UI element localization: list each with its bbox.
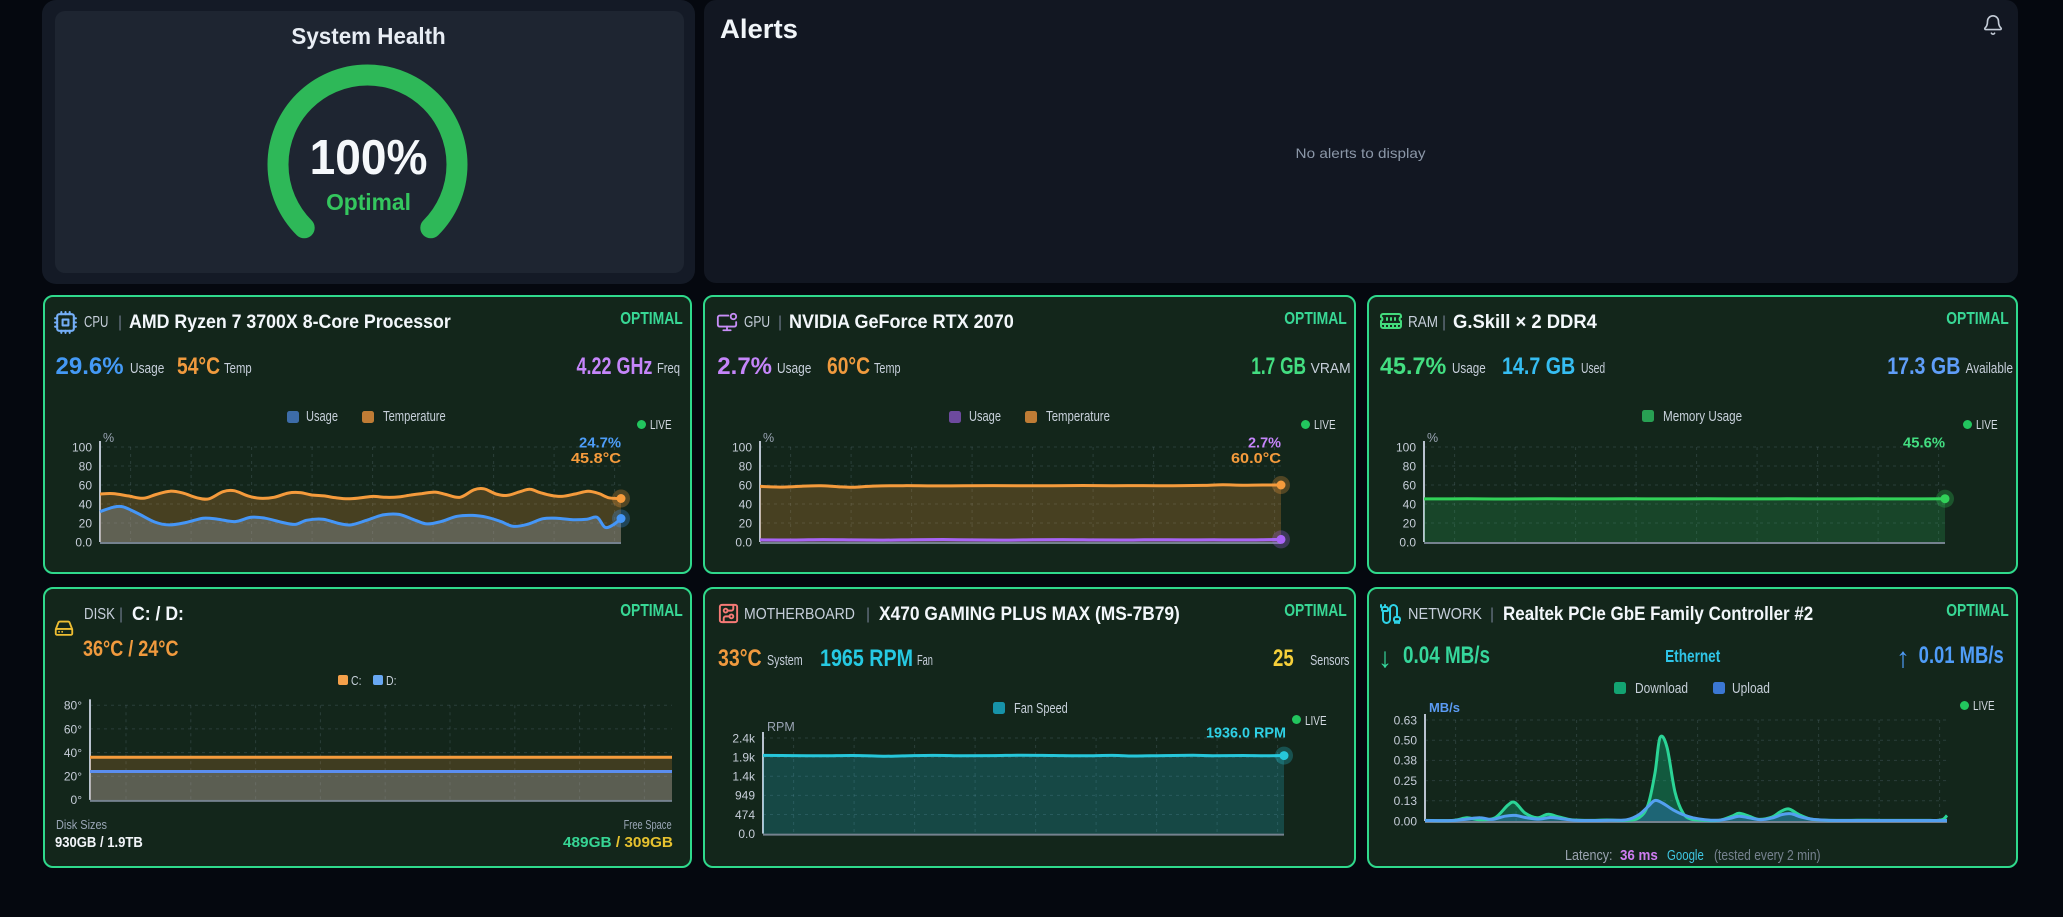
svg-text:0°: 0° [71, 793, 83, 807]
svg-text:20°: 20° [64, 770, 82, 784]
svg-text:80: 80 [79, 459, 93, 473]
svg-text:0.13: 0.13 [1394, 794, 1418, 808]
svg-text:474: 474 [735, 808, 755, 822]
svg-text:80: 80 [739, 459, 753, 473]
svg-text:%: % [1427, 431, 1438, 445]
svg-text:%: % [103, 431, 114, 445]
svg-text:45.8°C: 45.8°C [571, 451, 622, 467]
svg-text:60: 60 [739, 478, 753, 492]
svg-text:20: 20 [1403, 516, 1417, 530]
svg-text:1.4k: 1.4k [732, 770, 756, 784]
svg-text:40°: 40° [64, 746, 82, 760]
svg-text:20: 20 [79, 516, 93, 530]
svg-text:40: 40 [739, 497, 753, 511]
svg-text:80°: 80° [64, 699, 82, 713]
svg-text:100: 100 [72, 440, 92, 454]
svg-text:0.38: 0.38 [1394, 754, 1418, 768]
svg-text:RPM: RPM [767, 720, 795, 734]
svg-text:%: % [763, 431, 774, 445]
svg-text:60: 60 [1403, 478, 1417, 492]
svg-text:1.9k: 1.9k [732, 750, 756, 764]
svg-text:0.0: 0.0 [75, 535, 92, 549]
svg-text:100: 100 [732, 440, 752, 454]
svg-text:0.0: 0.0 [735, 535, 752, 549]
svg-text:0.63: 0.63 [1394, 713, 1418, 727]
svg-text:2.7%: 2.7% [1248, 435, 1281, 451]
svg-text:100: 100 [1396, 440, 1416, 454]
svg-text:60°: 60° [64, 722, 82, 736]
svg-text:MB/s: MB/s [1429, 701, 1460, 715]
svg-text:60: 60 [79, 478, 93, 492]
svg-text:0.00: 0.00 [1394, 814, 1418, 828]
svg-text:45.6%: 45.6% [1903, 435, 1945, 451]
svg-text:949: 949 [735, 789, 755, 803]
svg-text:40: 40 [79, 497, 93, 511]
svg-text:60.0°C: 60.0°C [1231, 451, 1282, 467]
svg-text:0.0: 0.0 [738, 827, 755, 841]
svg-text:80: 80 [1403, 459, 1417, 473]
svg-text:0.50: 0.50 [1394, 734, 1418, 748]
svg-text:1936.0 RPM: 1936.0 RPM [1206, 726, 1286, 742]
svg-text:40: 40 [1403, 497, 1417, 511]
svg-text:24.7%: 24.7% [579, 435, 621, 451]
svg-text:0.25: 0.25 [1394, 774, 1418, 788]
svg-text:0.0: 0.0 [1399, 535, 1416, 549]
svg-text:20: 20 [739, 516, 753, 530]
svg-text:2.4k: 2.4k [732, 731, 756, 745]
